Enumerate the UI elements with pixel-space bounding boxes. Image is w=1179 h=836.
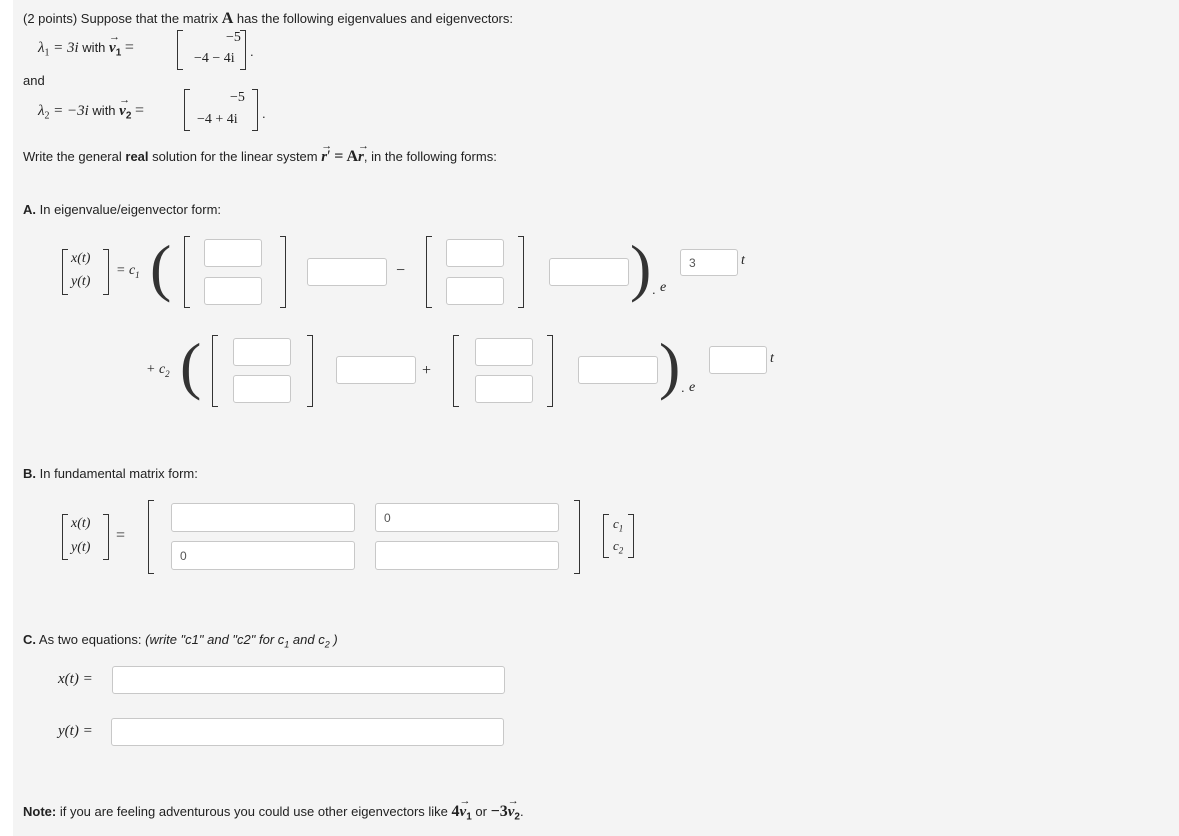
row2-vec2-bracket-left [453,335,459,407]
row1-e: e [660,280,667,295]
part-a-c2: + c2 [146,362,170,379]
v1-entry-1: −5 [226,30,241,45]
y-equation-input[interactable] [111,718,504,746]
matrix-input-1-2[interactable]: 0 [375,503,559,532]
row2-func1-input[interactable] [336,356,416,384]
row1-vec2-input-1[interactable] [446,239,504,267]
v2-bracket-left [184,89,190,131]
part-b-matrix-bracket-left [148,500,154,574]
v1-bracket-left [177,30,183,70]
v2-bracket-right [252,89,258,131]
matrix-input-1-1[interactable] [171,503,355,532]
part-a-lhs-x: x(t) [71,251,91,266]
part-a-heading: A. In eigenvalue/eigenvector form: [23,202,222,217]
c-vector-c1: c1 [613,516,624,534]
part-c-heading: C. As two equations: (write "c1" and "c2… [23,632,338,650]
row1-vec2-bracket-left [426,236,432,308]
v2-entry-1: −5 [230,90,245,105]
c-vector-bracket-right [628,514,634,558]
row2-vec1-bracket-left [212,335,218,407]
row2-func2-input[interactable] [578,356,658,384]
part-b-matrix-bracket-right [574,500,580,574]
matrix-input-2-2[interactable] [375,541,559,570]
row1-paren-right: ) [630,232,652,303]
row1-vec1-input-2[interactable] [204,277,262,305]
part-b-lhs-bracket-left [62,514,68,560]
lambda1-line: λ1 = 3i with → v1 = [38,31,134,59]
matrix-symbol: A [221,10,234,27]
row2-vec2-input-1[interactable] [475,338,533,366]
row2-plus: + [422,362,432,379]
row2-vec2-bracket-right [547,335,553,407]
row1-minus: − [396,262,406,279]
part-b-heading: B. In fundamental matrix form: [23,466,198,481]
part-b-lhs-x: x(t) [71,516,91,531]
v1-symbol: → v [109,31,121,56]
row1-t: t [741,253,745,268]
matrix-input-2-1[interactable]: 0 [171,541,355,570]
v1-bracket-right [240,30,246,70]
part-a-lhs-y: y(t) [71,274,91,289]
part-a-lhs-bracket-right [103,249,109,295]
row1-func2-input[interactable] [549,258,629,286]
row2-exponent-input[interactable] [709,346,767,374]
v1-entry-2: −4 − 4i [194,51,235,66]
and-text: and [23,73,45,88]
note-line: Note: if you are feeling adventurous you… [23,795,524,823]
v2-symbol: → v [119,94,131,119]
row1-vec1-bracket-left [184,236,190,308]
row1-vec1-input-1[interactable] [204,239,262,267]
row1-func1-input[interactable] [307,258,387,286]
r-symbol: → r [321,140,333,165]
x-equation-label: x(t) = [58,671,93,687]
row1-paren-left: ( [150,232,172,303]
row2-vec1-input-2[interactable] [233,375,291,403]
lambda2-line: λ2 = −3i with → v2 = [38,94,145,122]
part-b-equals: = [116,527,126,544]
row1-vec1-bracket-right [280,236,286,308]
part-a-lhs-bracket-left [62,249,68,295]
y-equation-label: y(t) = [58,723,93,739]
row2-e: e [689,380,696,395]
part-a-c1: = c1 [116,263,140,280]
row1-exponent-input[interactable]: 3 [680,249,738,276]
row2-t: t [770,351,774,366]
row1-vec2-bracket-right [518,236,524,308]
c-vector-c2: c2 [613,538,624,556]
part-b-lhs-y: y(t) [71,540,91,555]
row1-vec2-input-2[interactable] [446,277,504,305]
v2-entry-2: −4 + 4i [197,112,238,127]
problem-intro: (2 points) Suppose that the matrix A has… [23,10,513,27]
part-b-lhs-bracket-right [103,514,109,560]
row2-vec1-bracket-right [307,335,313,407]
instruction-line: Write the general real solution for the … [23,140,497,165]
row2-paren-right: ) [659,330,681,401]
row2-vec2-input-2[interactable] [475,375,533,403]
row2-paren-left: ( [180,330,202,401]
x-equation-input[interactable] [112,666,505,694]
row2-vec1-input-1[interactable] [233,338,291,366]
c-vector-bracket-left [603,514,609,558]
part-c-hint: (write "c1" and "c2" for c1 and c2 ) [145,632,338,650]
